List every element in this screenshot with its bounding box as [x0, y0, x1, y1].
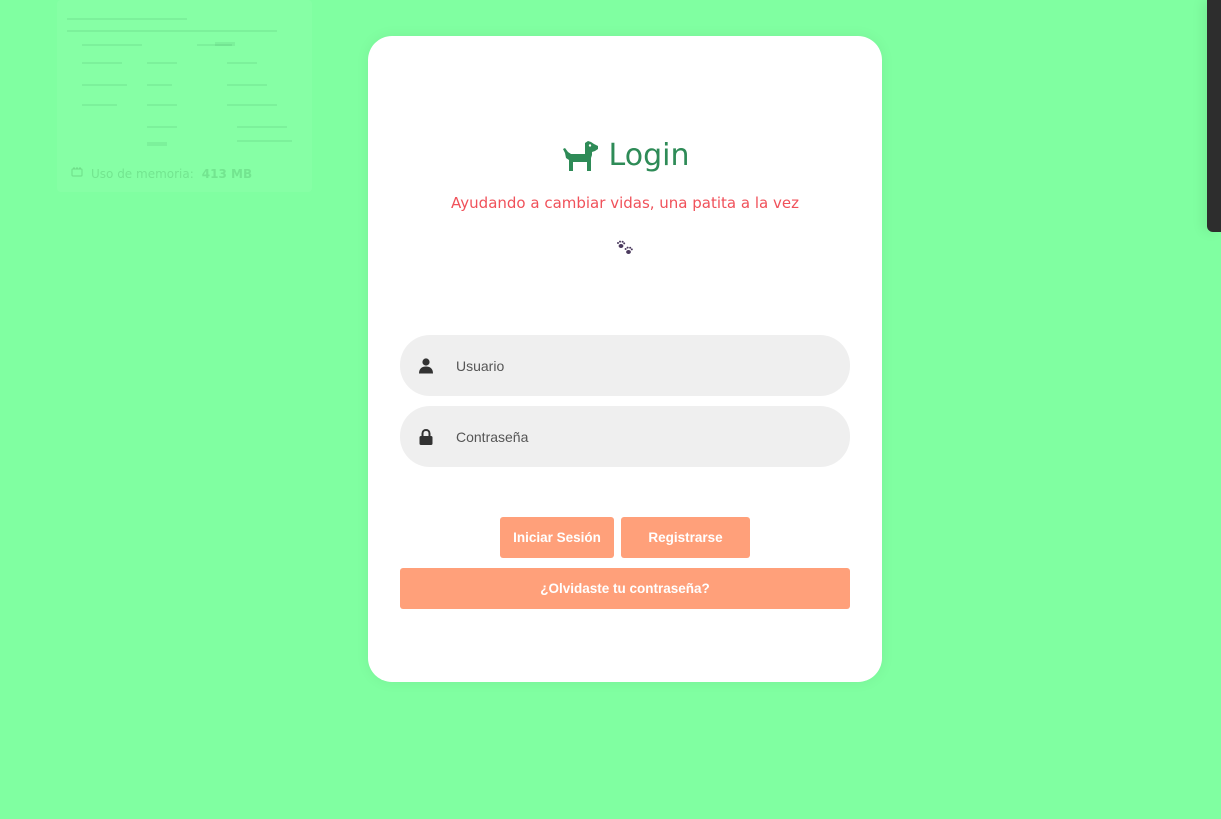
login-button[interactable]: Iniciar Sesión — [500, 517, 614, 558]
memory-icon — [71, 166, 83, 181]
memory-value: 413 MB — [201, 166, 253, 181]
subtitle: Ayudando a cambiar vidas, una patita a l… — [451, 194, 799, 212]
password-input[interactable] — [454, 420, 818, 453]
login-header: Login — [368, 136, 882, 176]
background-window-ghost: Uso de memoria: 413 MB — [57, 0, 312, 192]
password-field[interactable] — [400, 406, 850, 467]
memory-label: Uso de memoria: — [91, 166, 194, 181]
side-panel-edge — [1207, 0, 1221, 232]
user-icon — [419, 357, 433, 375]
page-title: Login — [608, 138, 690, 173]
register-button[interactable]: Registrarse — [621, 517, 750, 558]
username-field[interactable] — [400, 335, 850, 396]
memory-usage: Uso de memoria: 413 MB — [71, 166, 252, 181]
forgot-password-button[interactable]: ¿Olvidaste tu contraseña? — [400, 568, 850, 609]
username-input[interactable] — [454, 349, 818, 382]
login-card: Login Ayudando a cambiar vidas, una pati… — [368, 36, 882, 682]
dog-icon — [561, 140, 599, 172]
paws-icon — [616, 240, 634, 256]
lock-icon — [419, 428, 433, 446]
